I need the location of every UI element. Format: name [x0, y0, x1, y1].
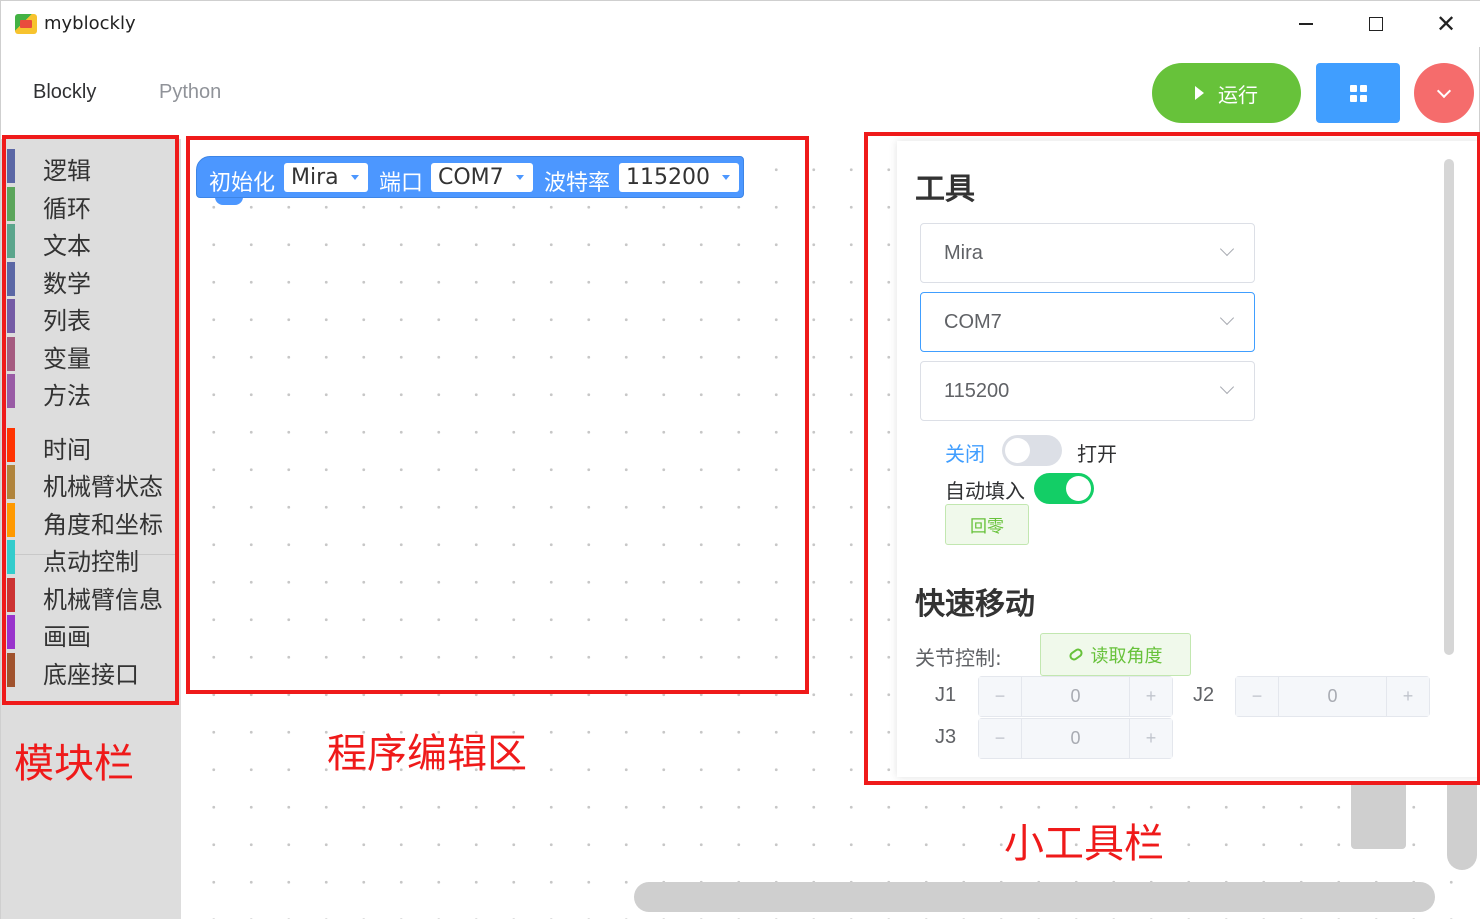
app-logo-icon: [15, 14, 37, 34]
app-header: Blockly Python 运行: [1, 47, 1480, 139]
minimize-icon: [1299, 23, 1313, 25]
grid-icon: [1349, 84, 1367, 102]
run-button[interactable]: 运行: [1152, 63, 1301, 123]
close-button[interactable]: ✕: [1423, 9, 1469, 39]
editor-annotation-box: [186, 136, 809, 694]
window-title: myblockly: [44, 13, 136, 34]
close-icon: ✕: [1435, 10, 1457, 38]
play-icon: [1195, 86, 1204, 100]
run-button-label: 运行: [1218, 82, 1258, 107]
workspace-horizontal-scrollbar[interactable]: [634, 882, 1435, 912]
dropdown-menu-button[interactable]: [1414, 63, 1474, 123]
tools-annotation-box: [864, 132, 1480, 785]
app-window: myblockly ✕ Blockly Python 运行 逻辑 循环 文本 数…: [0, 0, 1480, 919]
tab-python[interactable]: Python: [159, 81, 221, 104]
toolbox-annotation-label: 模块栏: [14, 741, 134, 787]
title-bar: myblockly ✕: [1, 1, 1480, 47]
minimize-button[interactable]: [1283, 9, 1329, 39]
chevron-down-icon: [1436, 83, 1452, 98]
editor-annotation-label: 程序编辑区: [327, 731, 527, 777]
grid-menu-button[interactable]: [1316, 63, 1400, 123]
maximize-button[interactable]: [1353, 9, 1399, 39]
tools-annotation-label: 小工具栏: [1004, 821, 1164, 867]
workspace-vertical-scrollbar[interactable]: [1447, 783, 1477, 870]
toolbox-annotation-box: [2, 135, 179, 705]
tab-blockly[interactable]: Blockly: [33, 81, 96, 104]
trash-can-icon[interactable]: [1351, 783, 1406, 849]
maximize-icon: [1369, 17, 1383, 31]
